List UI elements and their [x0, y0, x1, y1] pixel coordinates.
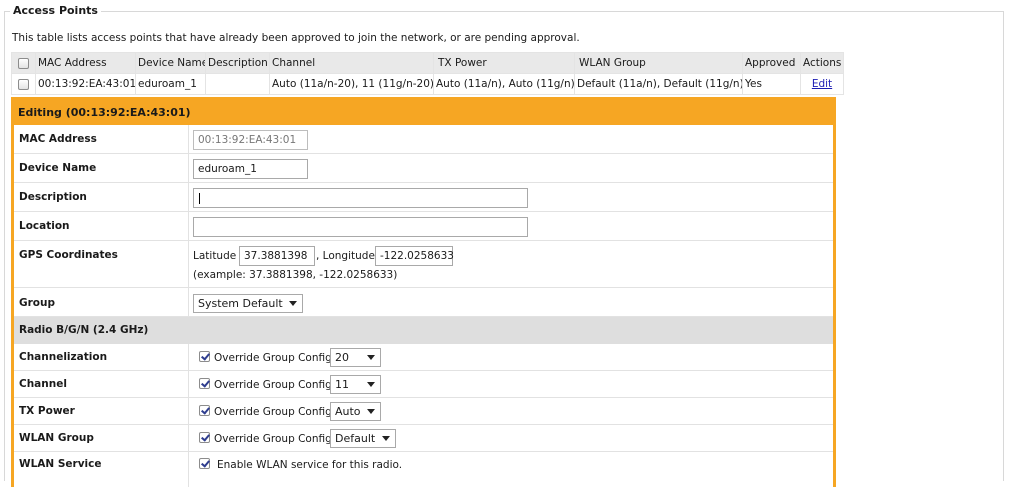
table-header-row: MAC Address Device Name Description Chan…: [11, 52, 844, 74]
access-points-table: MAC Address Device Name Description Chan…: [11, 52, 844, 95]
channelization-override-label: Override Group Config: [214, 352, 332, 364]
editing-header: Editing (00:13:92:EA:43:01): [14, 100, 833, 125]
tx-power-label: TX Power: [19, 405, 75, 417]
tx-power-row: TX Power Override Group Config Auto: [14, 398, 833, 425]
chevron-down-icon: [367, 382, 375, 387]
description-row: Description: [14, 183, 833, 212]
wlan-service-text: Enable WLAN service for this radio.: [217, 459, 403, 471]
row-device-name: eduroam_1: [135, 73, 206, 95]
location-row: Location: [14, 212, 833, 241]
editing-panel: Editing (00:13:92:EA:43:01) MAC Address …: [11, 97, 836, 487]
wlan-service-checkbox[interactable]: [199, 458, 210, 469]
radio-section-header: Radio B/G/N (2.4 GHz): [14, 317, 833, 344]
group-select-value: System Default: [198, 297, 283, 310]
wlan-group-override-label: Override Group Config: [214, 433, 332, 445]
gps-label: GPS Coordinates: [19, 249, 118, 261]
col-actions: Actions: [800, 52, 844, 74]
row-mac: 00:13:92:EA:43:01: [35, 73, 136, 95]
device-name-label: Device Name: [19, 162, 97, 174]
gps-row: GPS Coordinates Latitude 37.3881398 , Lo…: [14, 241, 833, 288]
device-name-field[interactable]: eduroam_1: [193, 159, 308, 179]
group-label: Group: [19, 297, 56, 309]
location-label: Location: [19, 220, 70, 232]
chevron-down-icon: [382, 436, 390, 441]
row-select-cell: [11, 73, 36, 95]
row-tx-power: Auto (11a/n), Auto (11g/n): [433, 73, 575, 95]
select-all-cell: [11, 52, 36, 74]
location-field[interactable]: [193, 217, 528, 237]
longitude-label: , Longitude: [316, 250, 375, 262]
channel-select-value: 11: [335, 378, 349, 391]
wlan-group-select[interactable]: Default: [330, 429, 396, 448]
table-row: 00:13:92:EA:43:01 eduroam_1 Auto (11a/n-…: [11, 73, 844, 95]
row-channel: Auto (11a/n-20), 11 (11g/n-20): [269, 73, 434, 95]
channel-select[interactable]: 11: [330, 375, 381, 394]
col-wlan-group[interactable]: WLAN Group: [574, 52, 743, 74]
gps-example-text: (example: 37.3881398, -122.0258633): [193, 269, 398, 281]
channelization-select[interactable]: 20: [330, 348, 381, 367]
wlan-group-override-checkbox[interactable]: [199, 432, 210, 443]
chevron-down-icon: [367, 355, 375, 360]
col-tx-power[interactable]: TX Power: [433, 52, 575, 74]
latitude-field[interactable]: 37.3881398: [239, 246, 315, 266]
wlan-group-label: WLAN Group: [19, 432, 94, 444]
channelization-row: Channelization Override Group Config 20: [14, 344, 833, 371]
mac-label: MAC Address: [19, 133, 97, 145]
wlan-group-row: WLAN Group Override Group Config Default: [14, 425, 833, 452]
col-device-name[interactable]: Device Name: [135, 52, 206, 74]
group-select[interactable]: System Default: [193, 294, 303, 313]
chevron-down-icon: [367, 409, 375, 414]
wlan-service-label: WLAN Service: [19, 458, 102, 470]
description-label: Description: [19, 191, 87, 203]
channel-override-label: Override Group Config: [214, 379, 332, 391]
col-approved[interactable]: Approved: [742, 52, 801, 74]
select-all-checkbox[interactable]: [18, 57, 29, 69]
col-description[interactable]: Description: [205, 52, 270, 74]
tx-power-select[interactable]: Auto: [330, 402, 381, 421]
row-approved: Yes: [742, 73, 801, 95]
mac-field[interactable]: 00:13:92:EA:43:01: [193, 130, 308, 150]
row-description: [205, 73, 270, 95]
group-row: Group System Default: [14, 288, 833, 317]
edit-link[interactable]: Edit: [812, 78, 832, 90]
row-actions: Edit: [800, 73, 844, 95]
chevron-down-icon: [289, 301, 297, 306]
text-caret: [199, 193, 200, 204]
channel-row: Channel Override Group Config 11: [14, 371, 833, 398]
col-mac[interactable]: MAC Address: [35, 52, 136, 74]
tx-power-override-label: Override Group Config: [214, 406, 332, 418]
channel-override-checkbox[interactable]: [199, 378, 210, 389]
tx-power-override-checkbox[interactable]: [199, 405, 210, 416]
channelization-override-checkbox[interactable]: [199, 351, 210, 362]
channelization-select-value: 20: [335, 351, 349, 364]
col-channel[interactable]: Channel: [269, 52, 434, 74]
mac-row: MAC Address 00:13:92:EA:43:01: [14, 125, 833, 154]
description-field[interactable]: [193, 188, 528, 208]
wlan-group-select-value: Default: [335, 432, 376, 445]
row-checkbox[interactable]: [18, 78, 29, 90]
device-name-row: Device Name eduroam_1: [14, 154, 833, 183]
intro-text: This table lists access points that have…: [12, 32, 580, 44]
channel-label: Channel: [19, 378, 67, 390]
longitude-field[interactable]: -122.0258633: [375, 246, 454, 266]
tx-power-select-value: Auto: [335, 405, 361, 418]
channelization-label: Channelization: [19, 351, 108, 363]
row-wlan-group: Default (11a/n), Default (11g/n): [574, 73, 743, 95]
latitude-label: Latitude: [193, 250, 237, 262]
section-title: Access Points: [10, 4, 101, 17]
